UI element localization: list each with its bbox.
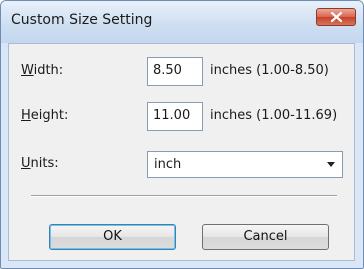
divider (31, 195, 337, 197)
cancel-button[interactable]: Cancel (202, 224, 329, 250)
width-label: Width: (21, 63, 64, 78)
units-select[interactable]: inch (147, 151, 343, 178)
dialog-body: Width: 8.50 inches (1.00-8.50) Height: 1… (8, 43, 355, 261)
title-bar[interactable]: Custom Size Setting (1, 1, 363, 43)
width-input[interactable]: 8.50 (147, 57, 203, 86)
units-label: Units: (21, 156, 59, 171)
chevron-down-icon (327, 162, 335, 167)
width-range-hint: inches (1.00-8.50) (210, 63, 329, 78)
ok-button[interactable]: OK (49, 224, 176, 250)
close-button[interactable] (316, 8, 356, 26)
dialog-title: Custom Size Setting (11, 12, 153, 28)
height-label: Height: (21, 108, 69, 123)
custom-size-dialog: Custom Size Setting Width: 8.50 inches (… (0, 0, 364, 269)
height-range-hint: inches (1.00-11.69) (210, 108, 338, 123)
close-icon (330, 11, 343, 23)
units-selected-value: inch (154, 157, 182, 172)
height-input[interactable]: 11.00 (147, 102, 203, 131)
